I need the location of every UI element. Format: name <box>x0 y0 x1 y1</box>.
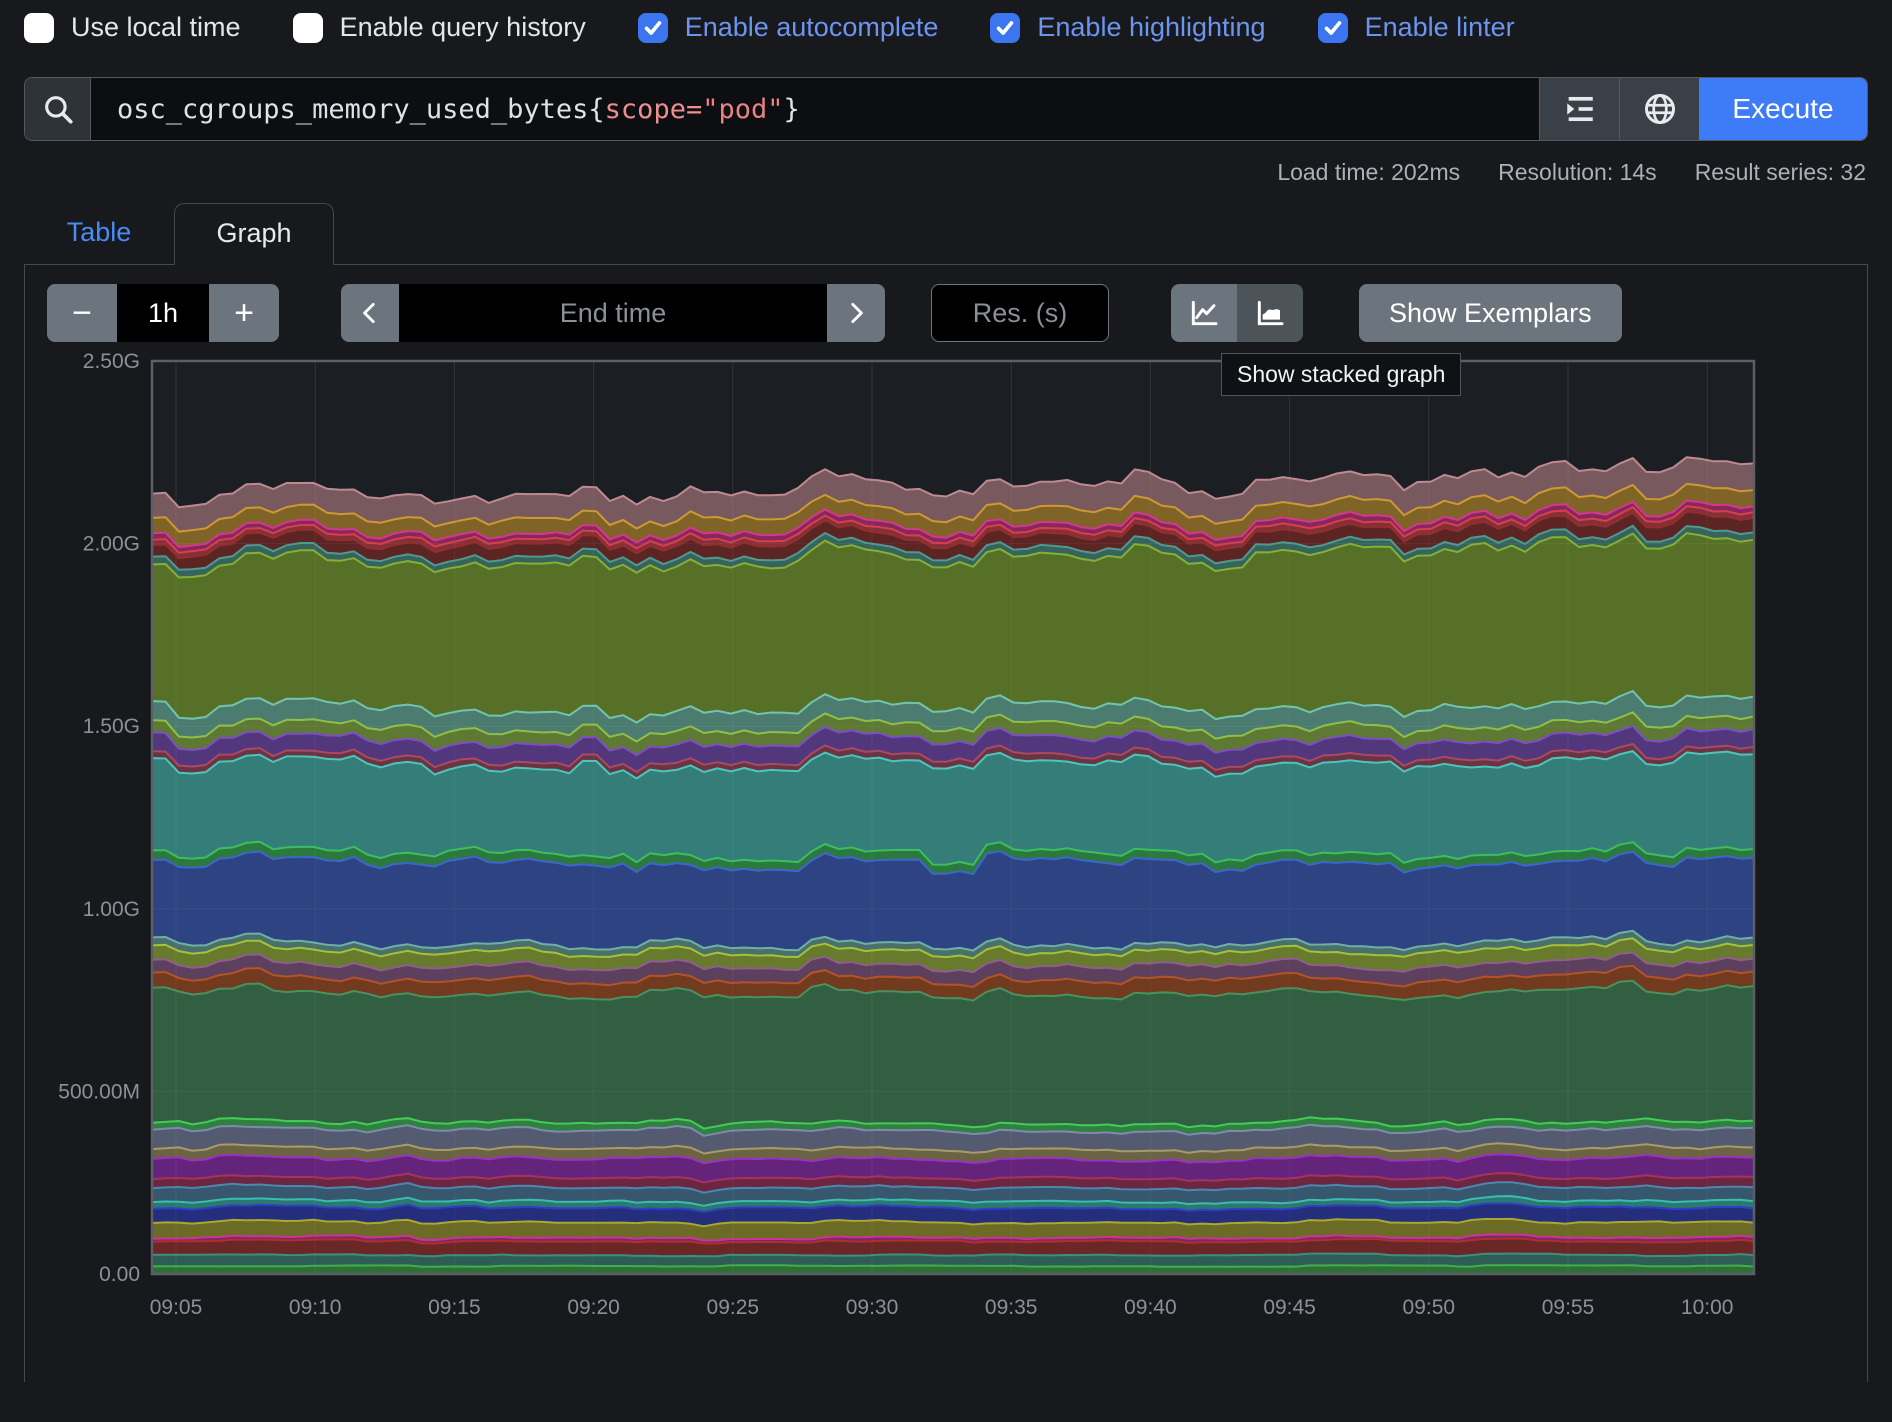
resolution-input[interactable] <box>931 284 1109 342</box>
svg-text:09:10: 09:10 <box>289 1296 342 1319</box>
format-query-button[interactable] <box>1539 78 1619 140</box>
svg-text:09:25: 09:25 <box>707 1296 760 1319</box>
check-icon <box>1322 17 1344 39</box>
checkbox-label: Use local time <box>71 12 241 43</box>
query-segment: scope <box>605 94 686 125</box>
graph-controls: − 1h + <box>25 265 1867 343</box>
tab-table[interactable]: Table <box>24 217 174 264</box>
chart-canvas[interactable]: 0.00 500.00M 1.00G 1.50G 2.00G 2.50G 09:05 09:1… <box>25 349 1867 1361</box>
end-time-back-button[interactable] <box>341 284 399 342</box>
format-indent-icon <box>1563 92 1597 126</box>
resolution: Resolution: 14s <box>1498 159 1657 186</box>
search-icon <box>41 92 75 126</box>
svg-text:09:20: 09:20 <box>567 1296 620 1319</box>
checkbox-enable-highlighting[interactable]: Enable highlighting <box>990 12 1265 43</box>
svg-text:09:45: 09:45 <box>1263 1296 1316 1319</box>
query-stats: Load time: 202ms Resolution: 14s Result … <box>0 159 1866 186</box>
checkbox-enable-linter[interactable]: Enable linter <box>1318 12 1515 43</box>
line-graph-button[interactable] <box>1171 284 1237 342</box>
svg-text:09:35: 09:35 <box>985 1296 1038 1319</box>
checkbox-use-local-time[interactable]: Use local time <box>24 12 241 43</box>
checkbox-box[interactable] <box>990 13 1020 43</box>
checkbox-label: Enable linter <box>1365 12 1515 43</box>
check-icon <box>642 17 664 39</box>
svg-text:10:00: 10:00 <box>1681 1296 1734 1319</box>
resolution-field <box>931 284 1109 342</box>
load-time: Load time: 202ms <box>1277 159 1460 186</box>
checkbox-box[interactable] <box>293 13 323 43</box>
end-time-picker <box>341 284 885 342</box>
end-time-input[interactable] <box>399 284 827 342</box>
svg-text:09:05: 09:05 <box>150 1296 203 1319</box>
svg-text:09:55: 09:55 <box>1542 1296 1595 1319</box>
query-segment: } <box>784 94 800 125</box>
chevron-left-icon <box>357 300 383 326</box>
svg-text:2.50G: 2.50G <box>83 350 140 373</box>
range-decrease-button[interactable]: − <box>47 284 117 342</box>
stacked-area-chart[interactable]: 0.00 500.00M 1.00G 1.50G 2.00G 2.50G 09:05 09:1… <box>25 349 1867 1361</box>
svg-text:09:30: 09:30 <box>846 1296 899 1319</box>
svg-text:09:15: 09:15 <box>428 1296 481 1319</box>
svg-text:1.50G: 1.50G <box>83 715 140 738</box>
tab-graph[interactable]: Graph <box>174 203 334 265</box>
query-bar: osc_cgroups_memory_used_bytes{scope="pod… <box>24 77 1868 141</box>
show-exemplars-button[interactable]: Show Exemplars <box>1359 284 1622 342</box>
line-chart-icon <box>1188 297 1220 329</box>
checkbox-label: Enable query history <box>340 12 586 43</box>
range-value[interactable]: 1h <box>117 284 209 342</box>
search-button[interactable] <box>25 78 91 140</box>
svg-text:2.00G: 2.00G <box>83 533 140 556</box>
range-increase-button[interactable]: + <box>209 284 279 342</box>
options-bar: Use local time Enable query history Enab… <box>0 0 1892 47</box>
svg-text:500.00M: 500.00M <box>58 1080 140 1103</box>
svg-text:0.00: 0.00 <box>99 1263 140 1286</box>
range-stepper: − 1h + <box>47 284 279 342</box>
graph-type-toggle <box>1171 284 1303 342</box>
checkbox-box[interactable] <box>638 13 668 43</box>
checkbox-label: Enable autocomplete <box>685 12 939 43</box>
checkbox-box[interactable] <box>24 13 54 43</box>
svg-text:1.00G: 1.00G <box>83 898 140 921</box>
stacked-graph-tooltip: Show stacked graph <box>1221 353 1461 396</box>
checkbox-enable-query-history[interactable]: Enable query history <box>293 12 586 43</box>
svg-text:09:40: 09:40 <box>1124 1296 1177 1319</box>
result-series: Result series: 32 <box>1695 159 1866 186</box>
svg-text:09:50: 09:50 <box>1403 1296 1456 1319</box>
query-input[interactable]: osc_cgroups_memory_used_bytes{scope="pod… <box>91 78 1539 140</box>
chevron-right-icon <box>843 300 869 326</box>
end-time-forward-button[interactable] <box>827 284 885 342</box>
checkbox-enable-autocomplete[interactable]: Enable autocomplete <box>638 12 939 43</box>
graph-panel: − 1h + <box>24 264 1868 1382</box>
globe-icon <box>1642 91 1678 127</box>
stacked-graph-button[interactable] <box>1237 284 1303 342</box>
checkbox-box[interactable] <box>1318 13 1348 43</box>
stacked-area-icon <box>1254 297 1286 329</box>
query-segment: "pod" <box>702 94 783 125</box>
query-segment: = <box>686 94 702 125</box>
checkbox-label: Enable highlighting <box>1037 12 1265 43</box>
check-icon <box>994 17 1016 39</box>
panel-tabs: Table Graph <box>24 198 1868 264</box>
metrics-explorer-button[interactable] <box>1619 78 1699 140</box>
execute-button[interactable]: Execute <box>1699 78 1867 140</box>
query-segment: osc_cgroups_memory_used_bytes{ <box>117 94 605 125</box>
